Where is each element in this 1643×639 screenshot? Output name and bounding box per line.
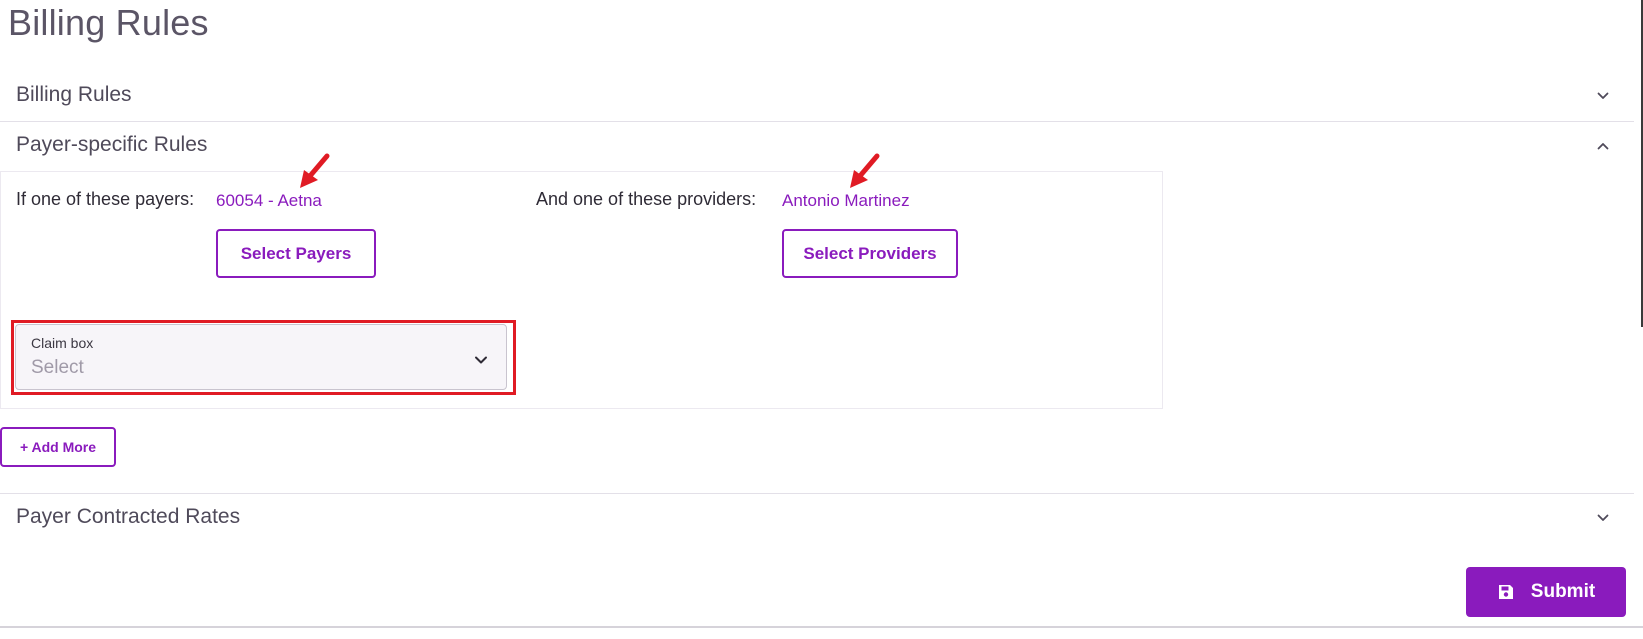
section-divider xyxy=(0,493,1634,494)
section-title: Payer Contracted Rates xyxy=(16,505,241,528)
section-title: Payer-specific Rules xyxy=(16,133,208,156)
chevron-down-icon xyxy=(474,353,488,367)
section-divider xyxy=(0,121,1634,122)
select-providers-button[interactable]: Select Providers xyxy=(782,229,958,278)
submit-button[interactable]: Submit xyxy=(1466,567,1626,617)
selected-provider-link[interactable]: Antonio Martinez xyxy=(782,191,910,211)
red-arrow-icon xyxy=(850,153,880,188)
footer-divider xyxy=(0,626,1643,628)
save-icon xyxy=(1497,583,1515,601)
billing-rules-page: Billing Rules Billing Rules Payer-specif… xyxy=(0,0,1643,639)
claim-box-placeholder: Select xyxy=(31,357,84,378)
submit-label: Submit xyxy=(1530,581,1596,602)
select-payers-button[interactable]: Select Payers xyxy=(216,229,376,278)
providers-label: And one of these providers: xyxy=(536,189,757,209)
selected-payer-link[interactable]: 60054 - Aetna xyxy=(216,191,322,211)
payers-label: If one of these payers: xyxy=(16,189,195,209)
section-billing-rules-header[interactable]: Billing Rules xyxy=(0,73,1634,119)
chevron-up-icon xyxy=(1597,140,1609,152)
red-arrow-icon xyxy=(300,153,330,188)
chevron-down-icon xyxy=(1597,90,1609,102)
section-payer-specific-rules-header[interactable]: Payer-specific Rules xyxy=(0,123,1634,169)
add-more-button[interactable]: + Add More xyxy=(0,427,116,467)
claim-box-select[interactable]: Claim box Select xyxy=(15,324,507,390)
chevron-down-icon xyxy=(1597,512,1609,524)
section-payer-contracted-rates-header[interactable]: Payer Contracted Rates xyxy=(0,495,1634,541)
section-title: Billing Rules xyxy=(16,83,132,106)
page-title: Billing Rules xyxy=(8,2,209,43)
claim-box-label: Claim box xyxy=(31,335,94,351)
